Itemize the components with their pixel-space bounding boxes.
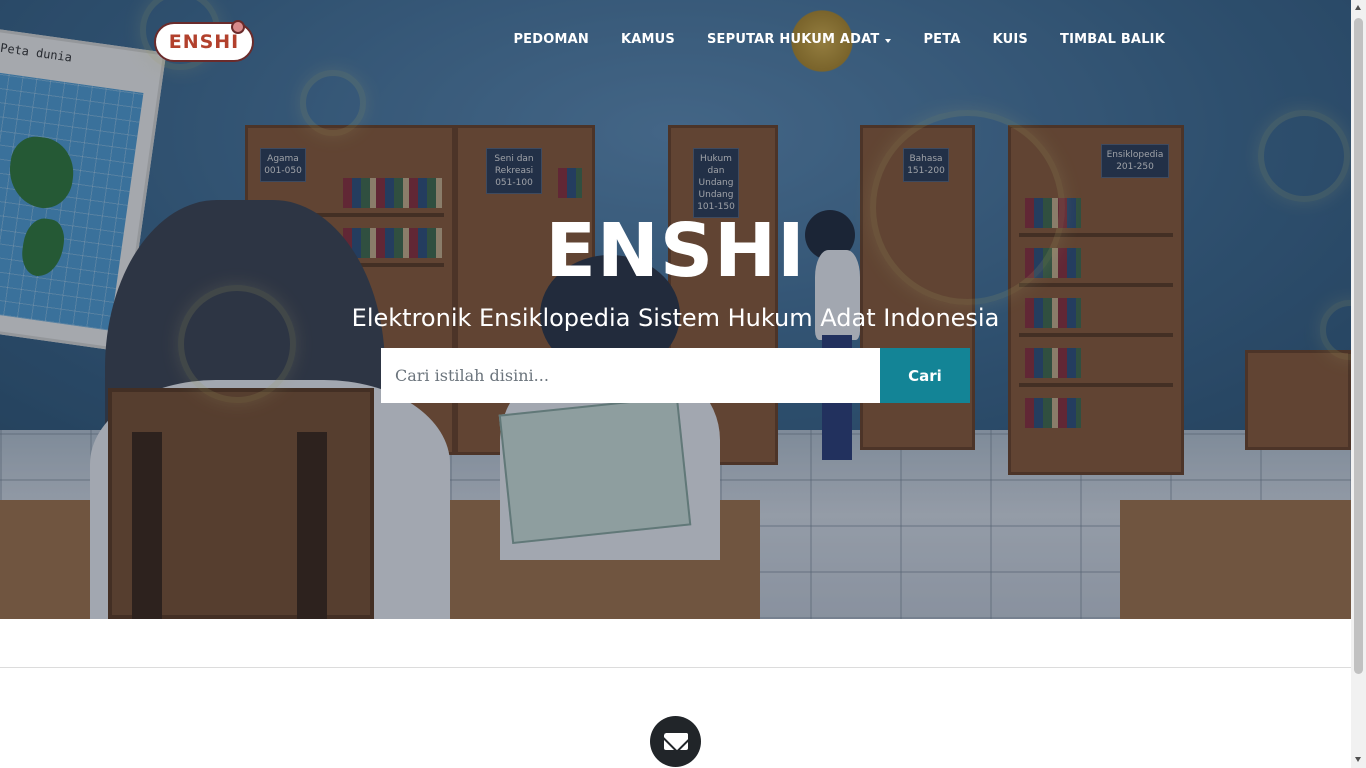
magnifier-logo-icon <box>231 20 245 34</box>
section-divider <box>0 667 1351 668</box>
envelope-icon <box>663 733 688 750</box>
nav-item-peta[interactable]: PETA <box>907 30 976 49</box>
nav-item-label: TIMBAL BALIK <box>1060 32 1165 47</box>
nav-item-label: KAMUS <box>620 32 675 47</box>
search-button[interactable]: Cari <box>880 348 970 403</box>
caret-down-icon <box>885 38 892 43</box>
vertical-scrollbar[interactable] <box>1351 0 1366 768</box>
nav-item-label: SEPUTAR HUKUM ADAT <box>706 32 880 47</box>
hero-title: ENSHI <box>545 208 806 294</box>
nav-item-kuis[interactable]: KUIS <box>977 30 1044 49</box>
logo-text: ENSHI <box>168 31 240 53</box>
main-navigation: PEDOMAN KAMUS SEPUTAR HUKUM ADAT PETA KU… <box>497 30 1181 49</box>
scroll-down-arrow-icon[interactable] <box>1355 757 1361 762</box>
hero-section: Peta dunia Agama 001-050 Seni dan Rekrea… <box>0 0 1351 619</box>
contact-button[interactable] <box>650 716 701 767</box>
scrollbar-thumb[interactable] <box>1354 18 1363 674</box>
site-logo[interactable]: ENSHI <box>154 20 254 62</box>
page: Peta dunia Agama 001-050 Seni dan Rekrea… <box>0 0 1366 768</box>
nav-item-label: KUIS <box>992 32 1028 47</box>
search-form: Cari <box>381 348 970 403</box>
search-input[interactable] <box>381 348 880 403</box>
nav-item-kamus[interactable]: KAMUS <box>605 30 691 49</box>
nav-item-label: PETA <box>923 32 961 47</box>
nav-item-pedoman[interactable]: PEDOMAN <box>497 30 605 49</box>
scroll-up-arrow-icon[interactable] <box>1355 5 1361 10</box>
nav-item-label: PEDOMAN <box>513 32 589 47</box>
nav-item-seputar-hukum-adat[interactable]: SEPUTAR HUKUM ADAT <box>691 30 907 49</box>
nav-item-timbal-balik[interactable]: TIMBAL BALIK <box>1044 30 1181 49</box>
hero-subtitle: Elektronik Ensiklopedia Sistem Hukum Ada… <box>351 304 1000 332</box>
